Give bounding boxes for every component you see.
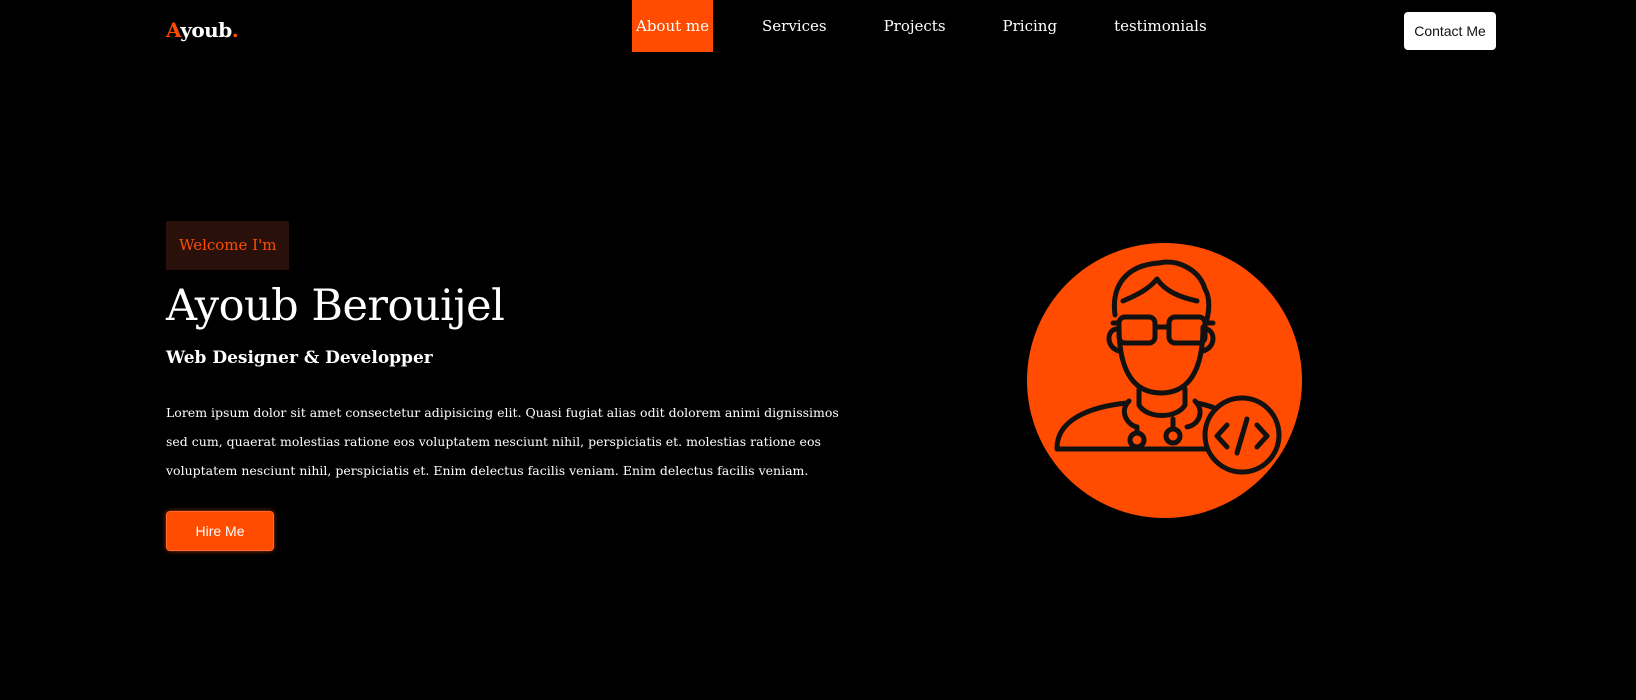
hire-me-button[interactable]: Hire Me (166, 511, 274, 551)
contact-me-button[interactable]: Contact Me (1404, 12, 1496, 50)
logo-dot: . (231, 18, 239, 42)
logo-initial: A (166, 18, 181, 42)
site-logo[interactable]: Ayoub. (166, 16, 239, 44)
nav-item-testimonials[interactable]: testimonials (1106, 0, 1215, 52)
logo-text: youb (180, 18, 232, 42)
nav-item-projects[interactable]: Projects (876, 0, 954, 52)
nav-item-pricing[interactable]: Pricing (995, 0, 1066, 52)
avatar-illustration (1054, 259, 1282, 475)
nav-item-about-me[interactable]: About me (632, 0, 713, 52)
nav-item-services[interactable]: Services (754, 0, 835, 52)
hero-role: Web Designer & Developper (166, 348, 433, 368)
hero-description: Lorem ipsum dolor sit amet consectetur a… (166, 405, 839, 478)
nav-menu: About me Services Projects Pricing testi… (632, 0, 1215, 52)
hero-section: Welcome I'm Ayoub Berouijel Web Designer… (166, 221, 846, 551)
hero-name: Ayoub Berouijel (166, 281, 505, 331)
welcome-badge: Welcome I'm (166, 221, 290, 270)
developer-avatar-icon (1027, 243, 1302, 518)
top-navbar: Ayoub. About me Services Projects Pricin… (0, 0, 1636, 52)
